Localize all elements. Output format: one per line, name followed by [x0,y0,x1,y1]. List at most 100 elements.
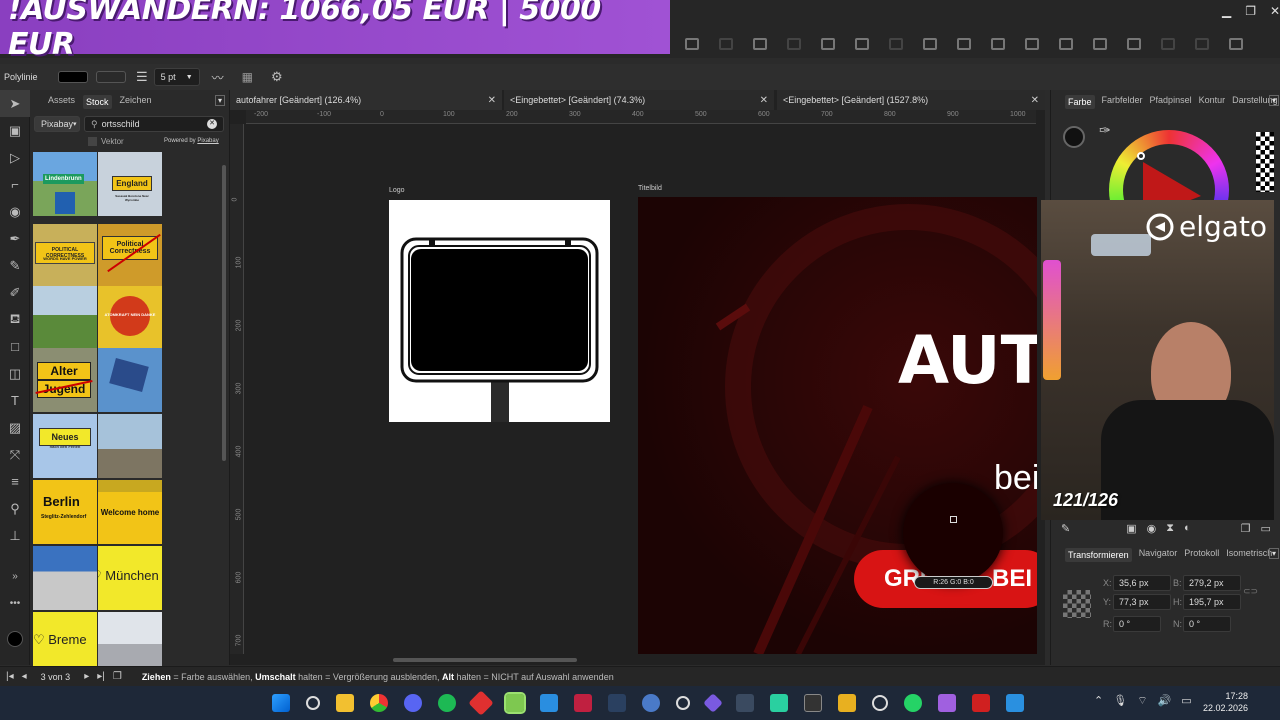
app-icon[interactable] [804,694,822,712]
audio-app-icon[interactable] [736,694,754,712]
toolbar-icon[interactable] [821,38,835,50]
stock-thumb[interactable]: ♡ Breme [33,612,97,666]
panel-menu-icon[interactable]: ▾ [1269,548,1280,559]
pen-style-icon[interactable]: 〰 [212,69,224,86]
tab-transformieren[interactable]: Transformieren [1065,548,1132,562]
subline-text[interactable]: bei [994,459,1037,498]
shear-field[interactable]: 0 ° [1183,616,1231,632]
chrome-icon[interactable] [370,694,388,712]
stock-thumb[interactable]: ♡ München [98,546,162,610]
toolbar-icon[interactable] [685,38,699,50]
toolbar-icon[interactable] [1025,38,1039,50]
stroke-width-select[interactable]: 5 pt ▼ [153,68,200,86]
eyedropper-icon[interactable]: ⚲ [0,495,30,522]
primary-color-well[interactable] [1063,126,1085,148]
logo-artboard[interactable] [389,200,610,422]
stock-thumb[interactable]: Neues nach den Ferien [33,414,97,478]
brush-tool-icon[interactable]: ✐ [0,279,30,306]
doc-tab-2[interactable]: <Eingebettet> [Geändert] (74.3%) ✕ [504,90,774,110]
panel-menu-icon[interactable]: ▾ [215,95,226,106]
node-tool-icon[interactable]: ▷ [0,144,30,171]
crop-tool-icon[interactable]: ⌐ [0,171,30,198]
close-tab-icon[interactable]: ✕ [488,95,496,106]
headline-text[interactable]: AUTO [898,322,1037,399]
tray-chevron-icon[interactable]: ⌃ [1094,694,1103,708]
stock-thumb[interactable] [33,546,97,610]
fill-bucket-icon[interactable]: ⛾ [0,306,30,333]
vscode-icon[interactable] [540,694,558,712]
more-dots-icon[interactable]: ••• [0,590,30,617]
edit-icon[interactable]: ✎ [1061,522,1070,535]
battery-icon[interactable]: ▭ [1181,694,1191,708]
stock-thumb[interactable]: Berlin Steglitz-Zehlendorf [33,480,97,544]
line-style-icon[interactable]: ☰ [136,69,148,85]
tab-farbe[interactable]: Farbe [1065,95,1095,109]
tab-assets[interactable]: Assets [48,95,75,109]
shape-tool-icon[interactable]: ◫ [0,360,30,387]
close-tab-icon[interactable]: ✕ [760,95,768,106]
microphone-icon[interactable]: 🎙 [1113,694,1127,708]
maximize-icon[interactable]: ❐ [1245,4,1256,18]
first-page-icon[interactable]: |◂ [6,671,14,682]
link-icon[interactable]: ⊂⊃ [1243,586,1258,597]
width-field[interactable]: 279,2 px [1183,575,1241,591]
toolbar-icon[interactable] [957,38,971,50]
obs-icon[interactable] [676,696,690,710]
last-page-icon[interactable]: ▸| [97,671,105,682]
toolbar-icon[interactable] [1161,38,1175,50]
tab-pfadpinsel[interactable]: Pfadpinsel [1150,95,1192,109]
next-page-icon[interactable]: ▸ [84,671,89,682]
pencil-tool-icon[interactable]: ✎ [0,252,30,279]
spotify-icon[interactable] [438,694,456,712]
chatgpt-icon[interactable] [872,695,888,711]
color-well[interactable] [0,625,30,652]
transform-tool-icon[interactable]: ⤧ [0,441,30,468]
gear-icon[interactable]: ⚙ [271,69,283,85]
toolbar-icon[interactable] [889,38,903,50]
move-tool-icon[interactable]: ➤ [0,90,30,117]
toolbar-icon[interactable] [719,38,733,50]
panel-menu-icon[interactable]: ▾ [1269,95,1280,106]
start-menu-icon[interactable] [272,694,290,712]
tab-stock[interactable]: Stock [83,95,112,109]
app-icon[interactable] [642,694,660,712]
stock-thumb[interactable]: Lindenbrunn [33,152,97,216]
tab-zeichen[interactable]: Zeichen [120,95,152,109]
wifi-icon[interactable]: ⌔ [1137,694,1147,708]
stock-thumb[interactable] [98,348,162,412]
artboard-tool-icon[interactable]: ▣ [0,117,30,144]
steam-icon[interactable] [608,694,626,712]
pixabay-link[interactable]: Pixabay [197,138,218,144]
toolbar-icon[interactable] [1229,38,1243,50]
stamp-tool-icon[interactable]: ⊥ [0,522,30,549]
toolbar-icon[interactable] [855,38,869,50]
stock-thumb[interactable]: England Sasasak Boretone Near Wycombe [98,152,162,216]
more-tools-icon[interactable]: » [0,563,30,590]
horizontal-scrollbar[interactable] [393,658,577,662]
file-explorer-icon[interactable] [336,694,354,712]
tab-farbfelder[interactable]: Farbfelder [1102,95,1143,109]
y-field[interactable]: 77,3 px [1113,594,1171,610]
tab-navigator[interactable]: Navigator [1139,548,1178,562]
recent-colors[interactable] [1256,132,1274,192]
doc-tab-1[interactable]: autofahrer [Geändert] (126.4%) ✕ [230,90,502,110]
app-icon[interactable] [468,690,494,716]
app-icon[interactable] [972,694,990,712]
group-icon[interactable]: ❐ [1241,522,1251,535]
toolbar-icon[interactable] [991,38,1005,50]
anchor-selector[interactable] [1063,590,1091,618]
stock-thumb[interactable]: Alter Jugend [33,348,97,412]
title-artboard[interactable]: AUTO bei GRÜSSE BEI R:26 G:0 B:0 [638,197,1037,654]
affinity-publisher-icon[interactable] [574,694,592,712]
rectangle-tool-icon[interactable]: □ [0,333,30,360]
close-tab-icon[interactable]: ✕ [1031,95,1039,106]
toolbar-icon[interactable] [1093,38,1107,50]
clear-search-icon[interactable]: ✕ [207,119,217,129]
pen-tool-icon[interactable]: ✒ [0,225,30,252]
height-field[interactable]: 195,7 px [1183,594,1241,610]
clock[interactable]: 17:28 22.02.2026 [1203,690,1248,714]
rotation-field[interactable]: 0 ° [1113,616,1161,632]
toolbar-icon[interactable] [1127,38,1141,50]
color-picker-loupe[interactable] [903,483,1003,583]
discord-icon[interactable] [404,694,422,712]
